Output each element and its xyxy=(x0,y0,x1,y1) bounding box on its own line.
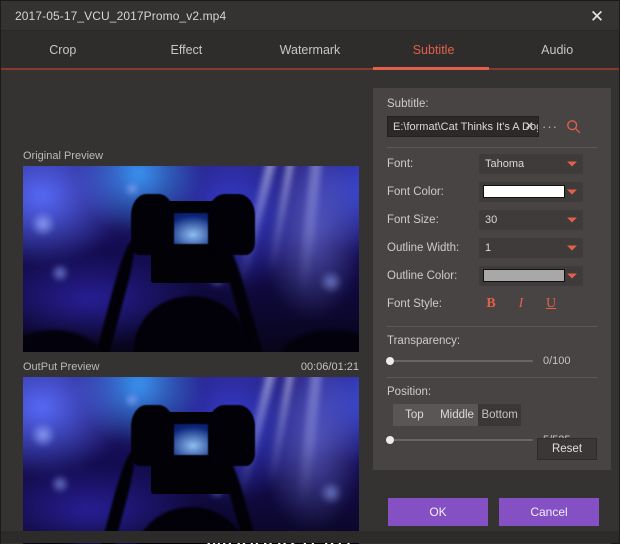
tab-crop[interactable]: Crop xyxy=(1,31,125,68)
clear-icon[interactable]: ✕ xyxy=(525,121,534,132)
preview-pane: Original Preview OutPut Preview 00:06/01… xyxy=(1,70,373,544)
outline-color-select[interactable] xyxy=(479,265,583,286)
hand-silhouette xyxy=(130,193,175,256)
outline-width-value: 1 xyxy=(485,241,492,254)
chevron-down-icon xyxy=(567,161,577,166)
underline-button[interactable]: U xyxy=(545,296,557,312)
divider xyxy=(387,147,597,148)
divider xyxy=(387,326,597,327)
outline-color-label: Outline Color: xyxy=(387,269,458,282)
window-title: 2017-05-17_VCU_2017Promo_v2.mp4 xyxy=(15,8,227,23)
outline-color-row: Outline Color: xyxy=(387,263,597,288)
font-size-row: Font Size: 30 xyxy=(387,207,597,232)
font-color-label: Font Color: xyxy=(387,185,444,198)
tab-subtitle-label: Subtitle xyxy=(412,42,455,57)
bokeh-light xyxy=(49,262,70,283)
close-icon[interactable]: ✕ xyxy=(575,1,619,31)
original-preview-label: Original Preview xyxy=(23,150,104,162)
bokeh-light xyxy=(123,180,140,197)
outline-width-label: Outline Width: xyxy=(387,241,460,254)
transparency-value: 0/100 xyxy=(543,355,571,367)
outline-width-select[interactable]: 1 xyxy=(479,237,583,258)
font-style-label: Font Style: xyxy=(387,297,442,310)
subtitle-file-input[interactable]: E:\format\Cat Thinks It's A Dog ✕ xyxy=(387,116,539,137)
font-size-value: 30 xyxy=(485,213,498,226)
original-preview-video[interactable] xyxy=(23,166,359,352)
chevron-down-icon xyxy=(567,189,577,194)
outline-color-swatch xyxy=(483,269,565,282)
subtitle-file-row: E:\format\Cat Thinks It's A Dog ✕ ··· xyxy=(387,116,597,137)
position-option-middle[interactable]: Middle xyxy=(436,404,479,426)
bokeh-light xyxy=(318,481,343,506)
chevron-down-icon xyxy=(567,273,577,278)
subtitle-settings-panel: Subtitle: E:\format\Cat Thinks It's A Do… xyxy=(373,88,611,470)
transparency-slider-handle[interactable] xyxy=(385,357,394,365)
ok-button[interactable]: OK xyxy=(388,498,488,526)
bokeh-light xyxy=(123,391,140,408)
divider xyxy=(387,377,597,378)
position-label: Position: xyxy=(387,386,432,398)
outline-width-row: Outline Width: 1 xyxy=(387,235,597,260)
tab-bar: Crop Effect Watermark Subtitle Audio xyxy=(1,31,619,68)
font-select[interactable]: Tahoma xyxy=(479,153,583,174)
tab-effect[interactable]: Effect xyxy=(125,31,249,68)
font-color-select[interactable] xyxy=(479,181,583,202)
bokeh-light xyxy=(49,473,70,494)
position-segmented-control: Top Middle Bottom xyxy=(393,404,522,426)
window-bottom-strip xyxy=(1,531,619,543)
font-style-row: Font Style: B I U xyxy=(387,291,597,316)
output-preview-label: OutPut Preview xyxy=(23,361,100,373)
output-preview-video[interactable]: Wondershare xyxy=(23,377,359,544)
bokeh-light xyxy=(318,270,343,295)
tab-subtitle[interactable]: Subtitle xyxy=(372,31,496,68)
bokeh-light xyxy=(29,421,56,448)
output-preview-header: OutPut Preview 00:06/01:21 xyxy=(23,361,359,373)
font-row: Font: Tahoma xyxy=(387,151,597,176)
font-color-swatch xyxy=(483,185,565,198)
tab-effect-label: Effect xyxy=(170,42,203,57)
tab-watermark[interactable]: Watermark xyxy=(248,31,372,68)
original-preview-header: Original Preview xyxy=(23,150,359,162)
position-slider-handle[interactable] xyxy=(385,436,394,444)
hand-silhouette xyxy=(207,404,255,467)
more-options-button[interactable]: ··· xyxy=(539,119,561,134)
position-option-bottom[interactable]: Bottom xyxy=(478,404,522,426)
font-value: Tahoma xyxy=(485,157,525,170)
tab-watermark-label: Watermark xyxy=(279,42,341,57)
position-slider[interactable] xyxy=(385,436,533,444)
subtitle-file-label: Subtitle: xyxy=(387,98,429,110)
tab-audio-label: Audio xyxy=(541,42,574,57)
position-segment-row: Top Middle Bottom xyxy=(387,404,597,426)
chevron-down-icon xyxy=(567,217,577,222)
hand-silhouette xyxy=(130,404,175,467)
reset-button[interactable]: Reset xyxy=(537,438,597,460)
tab-audio[interactable]: Audio xyxy=(495,31,619,68)
tab-active-indicator xyxy=(373,67,489,70)
tab-crop-label: Crop xyxy=(49,42,77,57)
search-icon[interactable] xyxy=(561,119,585,134)
bokeh-light xyxy=(29,210,56,237)
playback-time: 00:06/01:21 xyxy=(300,361,359,373)
font-label: Font: xyxy=(387,157,414,170)
title-bar: 2017-05-17_VCU_2017Promo_v2.mp4 ✕ xyxy=(1,1,619,31)
video-editor-dialog: 2017-05-17_VCU_2017Promo_v2.mp4 ✕ Crop E… xyxy=(0,0,620,544)
transparency-slider[interactable] xyxy=(385,357,533,365)
cancel-button[interactable]: Cancel xyxy=(499,498,599,526)
hand-silhouette xyxy=(207,193,255,256)
font-size-label: Font Size: xyxy=(387,213,439,226)
subtitle-file-value: E:\format\Cat Thinks It's A Dog xyxy=(393,120,539,133)
bold-button[interactable]: B xyxy=(485,296,497,312)
font-color-row: Font Color: xyxy=(387,179,597,204)
position-option-top[interactable]: Top xyxy=(393,404,436,426)
italic-button[interactable]: I xyxy=(515,296,527,312)
concert-scene-output xyxy=(23,377,359,544)
chevron-down-icon xyxy=(567,245,577,250)
font-size-select[interactable]: 30 xyxy=(479,209,583,230)
transparency-label: Transparency: xyxy=(387,335,461,347)
transparency-row: 0/100 xyxy=(385,355,597,367)
concert-scene-original xyxy=(23,166,359,352)
